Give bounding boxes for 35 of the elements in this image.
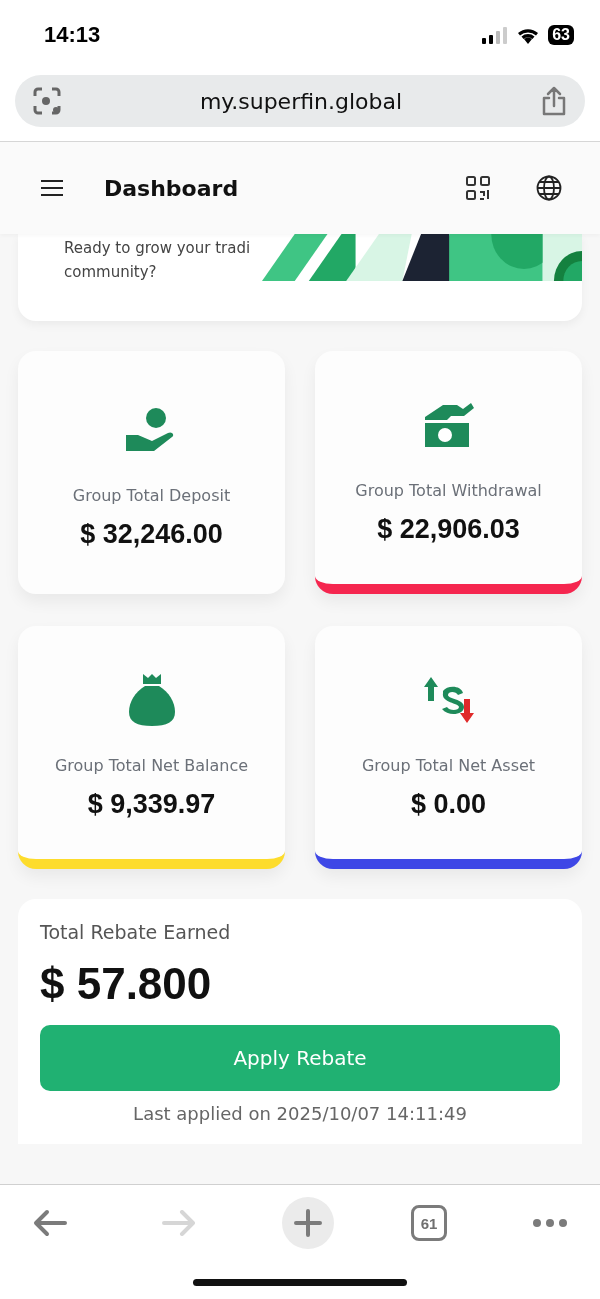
new-tab-button[interactable] [282, 1197, 334, 1249]
stat-label: Group Total Net Balance [53, 755, 250, 777]
stat-label: Group Total Net Asset [360, 755, 537, 777]
share-icon[interactable] [541, 86, 567, 116]
money-bag-icon [128, 674, 175, 726]
stat-amount: $ 0.00 [410, 789, 487, 820]
back-arrow-icon [33, 1209, 67, 1237]
wifi-icon [516, 26, 541, 44]
globe-icon[interactable] [536, 175, 562, 201]
battery-level: 63 [548, 25, 574, 45]
lens-icon[interactable] [33, 87, 61, 115]
last-applied-text: Last applied on 2025/10/07 14:11:49 [132, 1103, 468, 1124]
forward-arrow-icon [162, 1209, 196, 1237]
signal-icon [482, 26, 509, 44]
banner-text: community? [64, 262, 158, 283]
rebate-title: Total Rebate Earned [40, 921, 232, 943]
apply-rebate-button[interactable]: Apply Rebate [40, 1025, 560, 1091]
stat-amount: $ 9,339.97 [87, 789, 216, 820]
tab-count-button[interactable]: 61 [411, 1205, 447, 1241]
more-icon [532, 1218, 568, 1228]
cash-icon [422, 401, 475, 449]
stat-label: Group Total Deposit [71, 485, 232, 507]
page-title: Dashboard [104, 175, 240, 201]
address-bar[interactable]: my.superfin.global [15, 75, 585, 127]
stat-amount: $ 32,246.00 [80, 519, 223, 550]
stat-amount: $ 22,906.03 [377, 514, 520, 545]
plus-icon [294, 1209, 322, 1237]
stat-label: Group Total Withdrawal [354, 480, 543, 502]
qr-code-icon[interactable] [466, 176, 490, 200]
status-time: 14:13 [44, 22, 101, 48]
menu-icon[interactable] [40, 179, 64, 197]
url-text: my.superfin.global [199, 88, 403, 114]
exchange-icon [422, 677, 475, 723]
banner-text: Ready to grow your tradi [64, 238, 251, 259]
rebate-amount: $ 57.800 [40, 959, 213, 1009]
